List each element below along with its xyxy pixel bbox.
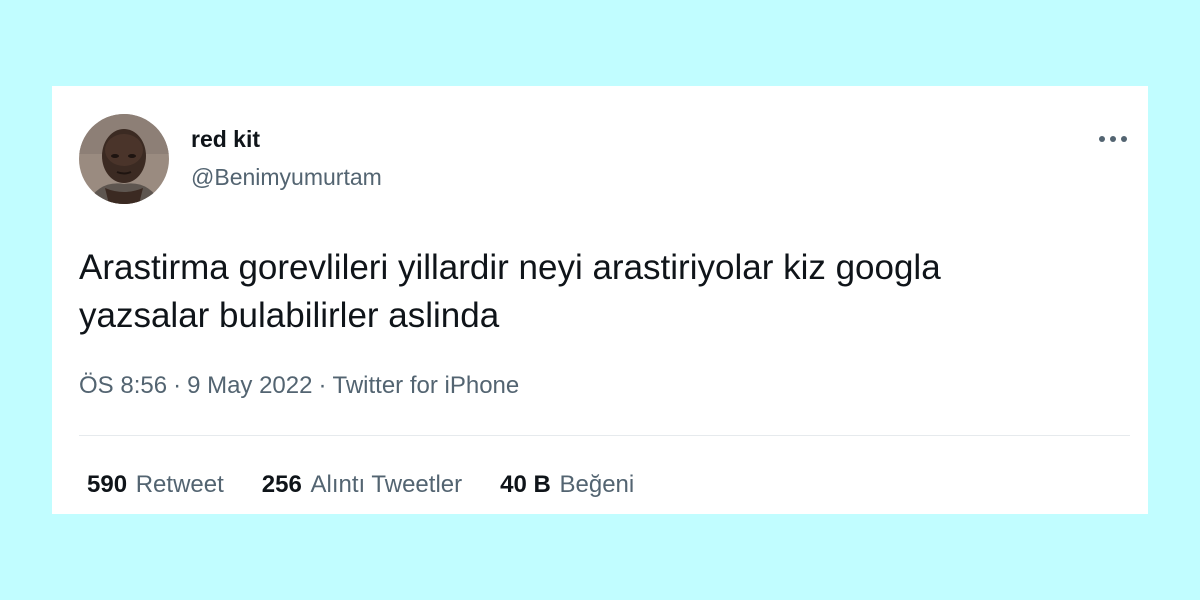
meta-separator: · (318, 372, 327, 399)
tweet-text-line: yazsalar bulabilirler aslinda (79, 296, 500, 335)
more-horizontal-icon (1099, 136, 1127, 142)
tweet-card: red kit @Benimyumurtam Arastirma gorevli… (52, 86, 1148, 514)
author-avatar[interactable] (79, 114, 169, 204)
tweet-stats: 590 Retweet 256 Alıntı Tweetler 40 B Beğ… (87, 471, 634, 499)
author-handle[interactable]: @Benimyumurtam (191, 164, 382, 191)
likes-label: Beğeni (559, 471, 635, 498)
tweet-time[interactable]: ÖS 8:56 (79, 372, 167, 399)
more-options-button[interactable] (1094, 124, 1132, 154)
author-display-name[interactable]: red kit (191, 126, 260, 153)
quotes-stat[interactable]: 256 Alıntı Tweetler (262, 471, 462, 499)
tweet-meta: ÖS 8:56 · 9 May 2022 · Twitter for iPhone (79, 372, 519, 400)
divider (79, 435, 1130, 436)
likes-stat[interactable]: 40 B Beğeni (500, 471, 634, 499)
retweets-stat[interactable]: 590 Retweet (87, 471, 224, 499)
meta-separator: · (173, 372, 182, 399)
tweet-text-line: Arastirma gorevlileri yillardir neyi ara… (79, 248, 941, 287)
tweet-source[interactable]: Twitter for iPhone (332, 372, 519, 399)
likes-count: 40 B (500, 471, 551, 498)
retweets-count: 590 (87, 471, 128, 498)
profile-photo-icon (79, 114, 169, 204)
quotes-count: 256 (261, 471, 302, 498)
retweets-label: Retweet (135, 471, 224, 498)
tweet-text: Arastirma gorevlileri yillardir neyi ara… (79, 244, 1139, 340)
quotes-label: Alıntı Tweetler (310, 471, 463, 498)
tweet-date[interactable]: 9 May 2022 (187, 372, 312, 399)
